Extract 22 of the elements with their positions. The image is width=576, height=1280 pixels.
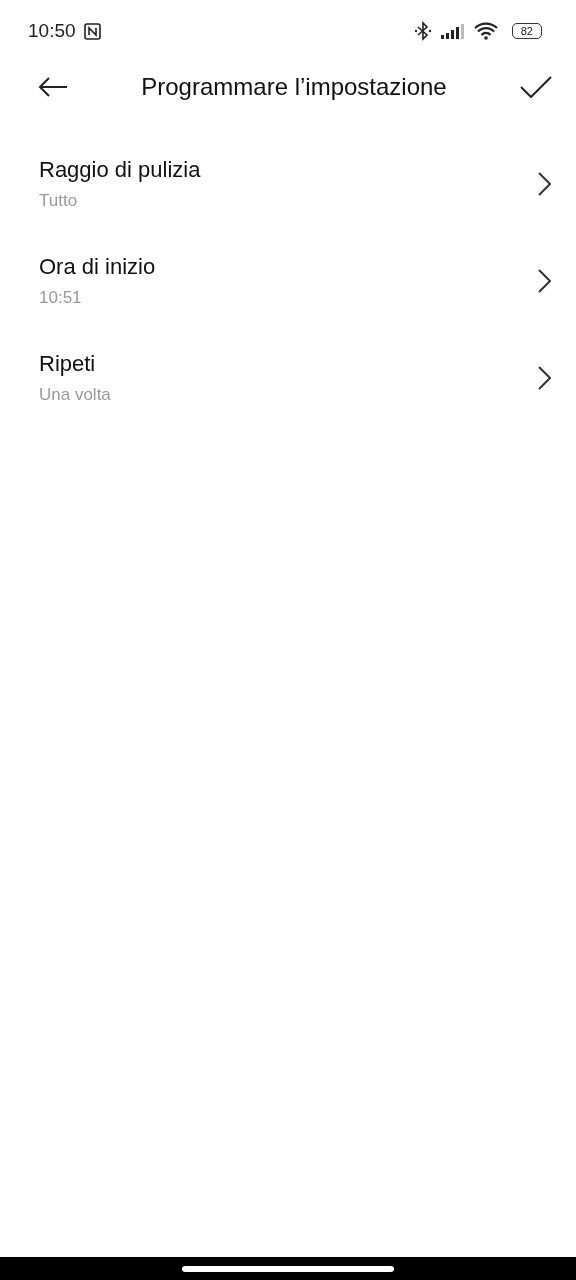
item-value: Tutto	[39, 190, 79, 211]
chevron-icon	[538, 171, 551, 196]
signal-icon	[439, 23, 466, 39]
status-time: 10:50	[28, 20, 76, 42]
confirm-button[interactable]	[520, 76, 552, 98]
bluetooth-icon	[413, 21, 432, 41]
home-indicator[interactable]	[182, 1265, 394, 1272]
back-button[interactable]	[38, 77, 68, 97]
settings-item[interactable]: Ora di inizio 10:51	[0, 241, 576, 338]
page-title: Programmare l’impostazione	[140, 73, 448, 101]
item-label: Ripeti	[39, 350, 97, 377]
chevron-icon	[538, 365, 551, 390]
item-label: Raggio di pulizia	[39, 156, 201, 183]
item-value: 10:51	[39, 287, 83, 308]
settings-item[interactable]: Ripeti Una volta	[0, 338, 576, 435]
wifi-icon	[473, 22, 498, 40]
chevron-icon	[538, 268, 551, 293]
settings-item[interactable]: Raggio di pulizia Tutto	[0, 144, 576, 241]
battery-indicator: 82	[511, 23, 542, 39]
item-value: Una volta	[39, 384, 111, 405]
item-label: Ora di inizio	[39, 253, 156, 280]
nfc-icon	[83, 22, 101, 40]
